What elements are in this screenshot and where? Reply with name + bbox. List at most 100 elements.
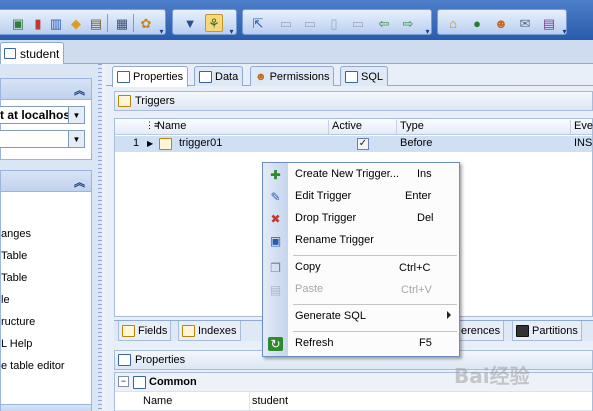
chevron-down-icon[interactable]: ▾ — [227, 25, 236, 36]
trigger-icon — [118, 95, 131, 107]
property-key: Name — [143, 395, 173, 407]
collapse-icon[interactable]: − — [118, 376, 129, 387]
column-header-type[interactable]: Type — [400, 120, 424, 132]
back-arrow-icon[interactable]: ⇦ — [375, 14, 393, 32]
property-value[interactable]: student — [252, 395, 288, 407]
mail-icon[interactable]: ✉ — [516, 14, 534, 32]
menu-item-create-trigger[interactable]: ✚ Create New Trigger... Ins — [263, 165, 459, 185]
tab-label: Permissions — [269, 70, 330, 83]
grid-header: ⋮≡ Name Active Type Eve — [115, 119, 593, 135]
row-number: 1 — [133, 137, 140, 149]
grid-icon — [199, 70, 212, 83]
tab-fields[interactable]: Fields — [118, 321, 172, 341]
paste-shortcut: Ctrl+V — [401, 284, 432, 296]
menu-item-refresh[interactable]: ↻ Refresh F5 — [263, 334, 459, 354]
column-divider[interactable] — [570, 120, 571, 134]
tab-data[interactable]: Data — [194, 66, 244, 86]
database-icon[interactable]: ▤ — [540, 14, 558, 32]
image-icon[interactable]: ▣ — [9, 14, 27, 32]
tab-student[interactable]: student — [0, 42, 64, 64]
chevron-down-icon[interactable]: ▾ — [560, 25, 569, 36]
tasks-panel-header[interactable]: ︽ — [0, 170, 92, 192]
split-h-icon[interactable]: ▭ — [301, 14, 319, 32]
collapse-icon[interactable]: ︽ — [74, 174, 85, 190]
home-icon[interactable]: ⌂ — [444, 14, 462, 32]
tab-properties[interactable]: Properties — [112, 66, 189, 87]
task-item[interactable]: L Help — [1, 338, 32, 350]
export-icon[interactable]: ⇱ — [249, 14, 267, 32]
task-item[interactable]: ructure — [1, 316, 35, 328]
task-item[interactable]: e table editor — [1, 360, 65, 372]
section-title: Properties — [135, 354, 186, 366]
active-checkbox[interactable]: ✓ — [357, 138, 369, 150]
forward-arrow-icon[interactable]: ⇨ — [399, 14, 417, 32]
filter-icon[interactable]: ▼ — [181, 14, 199, 32]
tab-permissions[interactable]: ☻ Permissions — [250, 66, 335, 86]
chevron-down-icon[interactable]: ▼ — [68, 107, 84, 123]
copy-window-icon[interactable]: ▭ — [277, 14, 295, 32]
property-row[interactable]: Name student — [115, 392, 592, 411]
editor-tabs: Properties Data ☻ Permissions SQL — [106, 64, 593, 87]
calculator-icon[interactable]: ▦ — [113, 14, 131, 32]
tasks-panel-body: anges Table Table le ructure L Help e ta… — [0, 192, 92, 411]
task-item[interactable]: Table — [1, 250, 27, 262]
window-icon[interactable]: ▭ — [349, 14, 367, 32]
column-divider[interactable] — [396, 120, 397, 134]
property-divider — [249, 392, 250, 411]
db-icon[interactable]: ▮ — [29, 14, 47, 32]
connection-select[interactable]: t at localhos ▼ — [0, 106, 85, 124]
tab-references[interactable]: erences — [458, 321, 505, 341]
cube-icon[interactable]: ◆ — [67, 14, 85, 32]
watermark: Bai经验 — [454, 364, 530, 388]
chevron-down-icon[interactable]: ▼ — [68, 131, 84, 147]
tools-icon[interactable]: ✿ — [137, 14, 155, 32]
task-item[interactable]: le — [1, 294, 10, 306]
toolbar-group-3: ⇱ ▭ ▭ ▯ ▭ ⇦ ⇨ ▾ — [242, 9, 432, 36]
left-panel: ︽ t at localhos ▼ ▼ ︽ anges Table Table … — [0, 64, 102, 411]
menu-item-drop-trigger[interactable]: ✖ Drop Trigger Del — [263, 209, 459, 229]
toolbar-group-1: ▣ ▮ ▥ ◆ ▤ ▦ ✿ ▾ — [0, 9, 166, 36]
main-toolbar: ▣ ▮ ▥ ◆ ▤ ▦ ✿ ▾ ▼ ⚘ ▾ ⇱ ▭ ▭ ▯ ▭ ⇦ ⇨ ▾ ⌂ … — [0, 0, 593, 40]
indexes-icon — [182, 324, 195, 337]
trigger-event-cell[interactable]: INSE — [574, 137, 593, 149]
panel-header[interactable] — [0, 404, 92, 411]
tab-label: Properties — [133, 71, 184, 83]
tab-partitions[interactable]: Partitions — [512, 321, 582, 341]
menu-item-rename-trigger[interactable]: ▣ Rename Trigger — [263, 231, 459, 251]
section-title: Triggers — [135, 95, 175, 107]
table-row[interactable]: 1 ▶ trigger01 ✓ Before INSE — [115, 136, 593, 152]
column-header-name[interactable]: Name — [157, 120, 186, 132]
collapse-icon[interactable]: ︽ — [74, 82, 85, 98]
globe-icon[interactable]: ● — [468, 14, 486, 32]
task-item[interactable]: Table — [1, 272, 27, 284]
column-header-event[interactable]: Eve — [574, 120, 593, 132]
splitter[interactable] — [98, 64, 102, 411]
chart-icon[interactable]: ▥ — [47, 14, 65, 32]
menu-item-generate-sql[interactable]: Generate SQL — [263, 307, 459, 327]
tree-icon[interactable]: ⚘ — [205, 14, 223, 32]
properties-icon — [117, 71, 130, 83]
task-item[interactable]: anges — [1, 228, 31, 240]
database-select[interactable]: ▼ — [0, 130, 85, 148]
partitions-icon — [516, 324, 529, 337]
connection-panel-header[interactable]: ︽ — [0, 78, 92, 100]
trigger-type-cell[interactable]: Before — [400, 137, 432, 149]
triggers-header: Triggers — [114, 91, 593, 111]
menu-item-edit-trigger[interactable]: ✎ Edit Trigger Enter — [263, 187, 459, 207]
tab-indexes[interactable]: Indexes — [178, 321, 241, 341]
column-divider[interactable] — [328, 120, 329, 134]
column-header-active[interactable]: Active — [332, 120, 362, 132]
users-icon[interactable]: ☻ — [492, 14, 510, 32]
paste-icon: ▤ — [269, 283, 282, 297]
context-menu: ✚ Create New Trigger... Ins ✎ Edit Trigg… — [262, 162, 460, 357]
users-icon: ☻ — [255, 70, 267, 83]
tab-sql[interactable]: SQL — [340, 66, 389, 86]
chevron-down-icon[interactable]: ▾ — [157, 25, 166, 36]
script-icon[interactable]: ▤ — [87, 14, 105, 32]
tab-label: SQL — [361, 70, 384, 83]
property-group-label: Common — [149, 376, 197, 388]
chevron-down-icon[interactable]: ▾ — [423, 25, 432, 36]
split-v-icon[interactable]: ▯ — [325, 14, 343, 32]
trigger-name-cell[interactable]: trigger01 — [179, 137, 222, 149]
tab-label: Partitions — [532, 324, 578, 337]
